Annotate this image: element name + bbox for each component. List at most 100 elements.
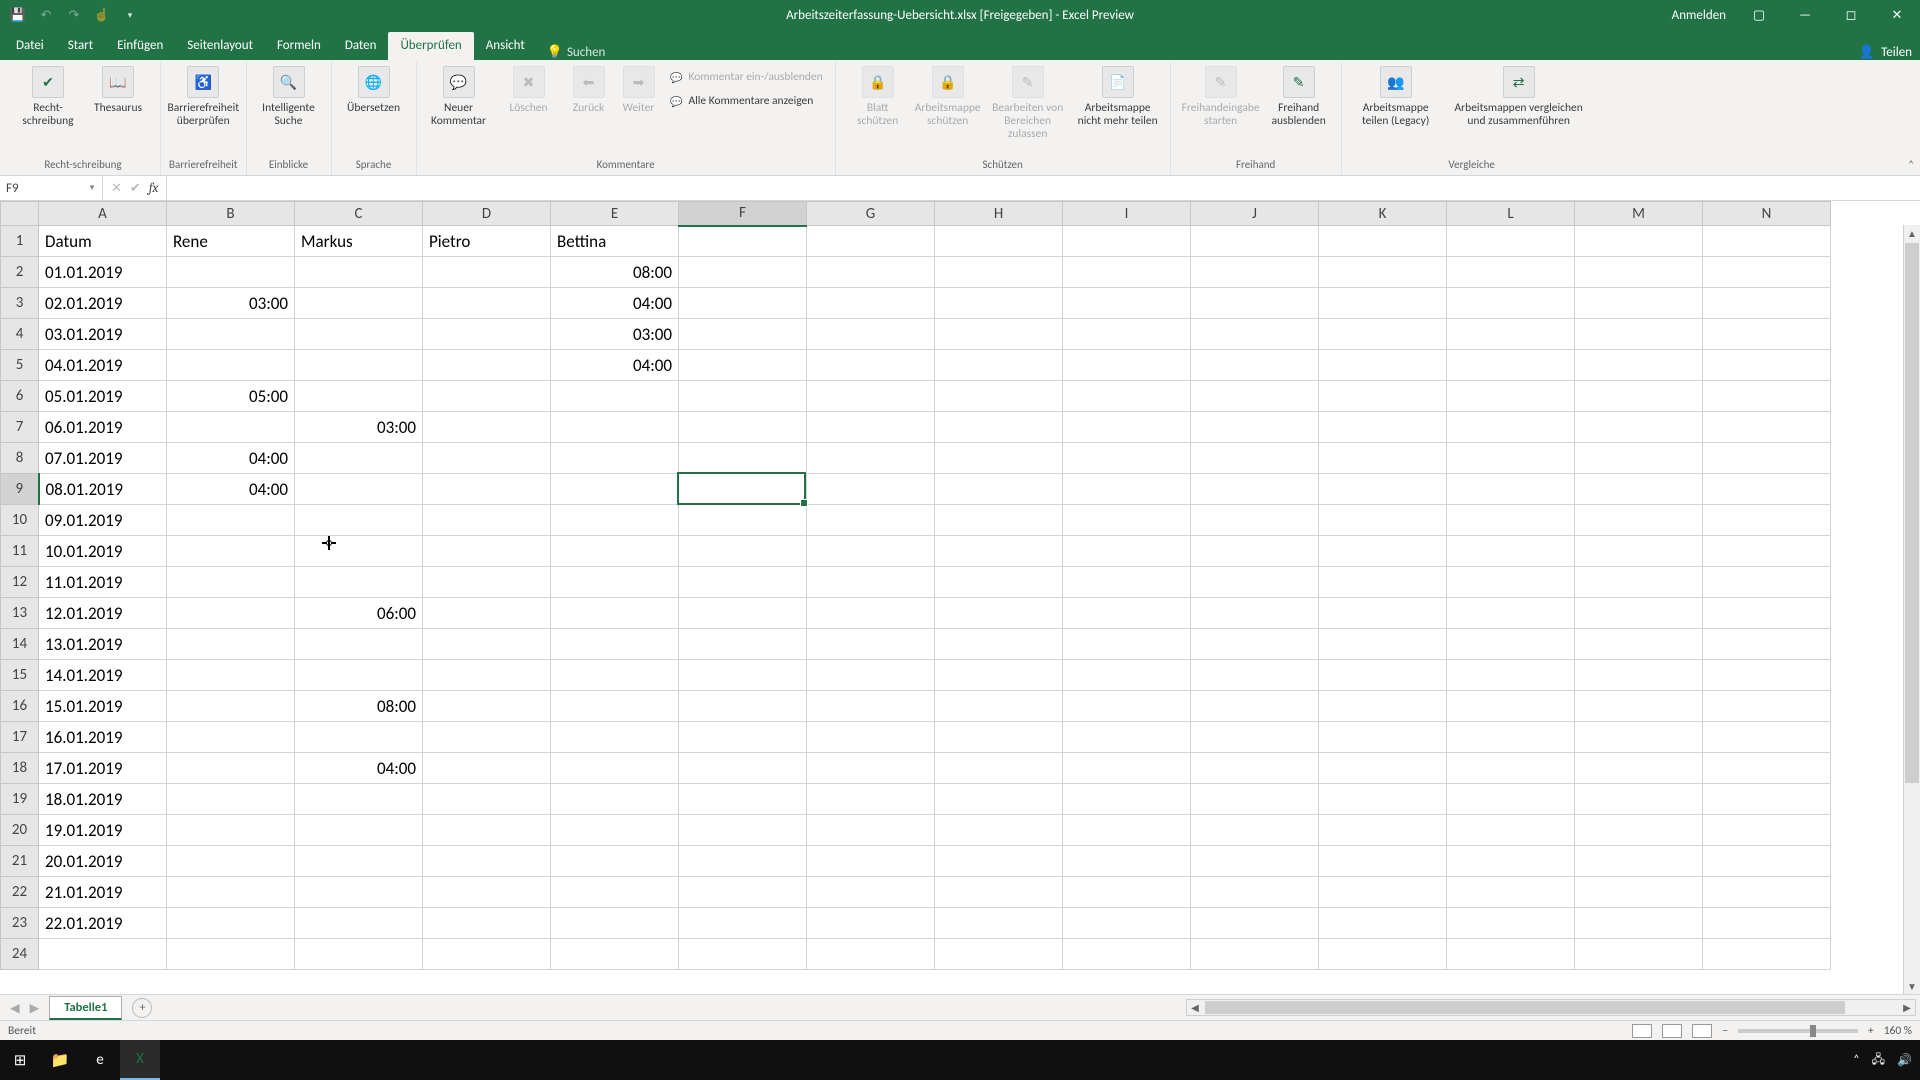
cell-I1[interactable] (1063, 226, 1191, 257)
row-header-8[interactable]: 8 (1, 443, 39, 474)
scroll-thumb[interactable] (1205, 1001, 1845, 1014)
show-all-comments-button[interactable]: 💬Alle Kommentare anzeigen (665, 90, 827, 112)
cell-E15[interactable] (551, 660, 679, 691)
row-header-20[interactable]: 20 (1, 815, 39, 846)
cell-H8[interactable] (935, 443, 1063, 474)
normal-view-button[interactable] (1632, 1024, 1652, 1038)
cell-B18[interactable] (167, 753, 295, 784)
cell-F23[interactable] (679, 908, 807, 939)
cell-E13[interactable] (551, 598, 679, 629)
cell-H24[interactable] (935, 939, 1063, 970)
row-header-19[interactable]: 19 (1, 784, 39, 815)
cell-J17[interactable] (1191, 722, 1319, 753)
cell-B7[interactable] (167, 412, 295, 443)
cell-K13[interactable] (1319, 598, 1447, 629)
cell-D11[interactable] (423, 536, 551, 567)
cell-H16[interactable] (935, 691, 1063, 722)
ribbon-tab-datei[interactable]: Datei (4, 32, 56, 60)
cell-G12[interactable] (807, 567, 935, 598)
page-break-button[interactable] (1692, 1024, 1712, 1038)
cell-C21[interactable] (295, 846, 423, 877)
zoom-out-button[interactable]: − (1722, 1024, 1728, 1038)
cell-K18[interactable] (1319, 753, 1447, 784)
cell-C17[interactable] (295, 722, 423, 753)
cell-C13[interactable]: 06:00 (295, 598, 423, 629)
cell-H11[interactable] (935, 536, 1063, 567)
cell-N5[interactable] (1703, 350, 1831, 381)
cell-A22[interactable]: 21.01.2019 (39, 877, 167, 908)
cell-G7[interactable] (807, 412, 935, 443)
cell-K24[interactable] (1319, 939, 1447, 970)
cell-J4[interactable] (1191, 319, 1319, 350)
cell-F15[interactable] (679, 660, 807, 691)
cell-K8[interactable] (1319, 443, 1447, 474)
cell-C22[interactable] (295, 877, 423, 908)
cell-M11[interactable] (1575, 536, 1703, 567)
cell-N20[interactable] (1703, 815, 1831, 846)
cell-J15[interactable] (1191, 660, 1319, 691)
cell-N24[interactable] (1703, 939, 1831, 970)
cell-H13[interactable] (935, 598, 1063, 629)
cell-A7[interactable]: 06.01.2019 (39, 412, 167, 443)
cell-F11[interactable] (679, 536, 807, 567)
cell-G1[interactable] (807, 226, 935, 257)
next-sheet-icon[interactable]: ▶ (30, 1000, 40, 1016)
compare-workbooks-button[interactable]: ⇄Arbeitsmappen vergleichen und zusammenf… (1444, 62, 1594, 128)
cell-A16[interactable]: 15.01.2019 (39, 691, 167, 722)
cell-A8[interactable]: 07.01.2019 (39, 443, 167, 474)
cell-L23[interactable] (1447, 908, 1575, 939)
row-header-3[interactable]: 3 (1, 288, 39, 319)
cell-B9[interactable]: 04:00 (167, 474, 295, 505)
thesaurus-button[interactable]: 📖Thesaurus (84, 62, 152, 115)
cell-D23[interactable] (423, 908, 551, 939)
cell-J16[interactable] (1191, 691, 1319, 722)
cell-K16[interactable] (1319, 691, 1447, 722)
cell-C19[interactable] (295, 784, 423, 815)
cell-F17[interactable] (679, 722, 807, 753)
sign-in-button[interactable]: Anmelden (1662, 8, 1736, 23)
ribbon-tab-einfügen[interactable]: Einfügen (105, 32, 175, 60)
cell-I8[interactable] (1063, 443, 1191, 474)
cell-L22[interactable] (1447, 877, 1575, 908)
cell-J13[interactable] (1191, 598, 1319, 629)
cell-F6[interactable] (679, 381, 807, 412)
cell-N7[interactable] (1703, 412, 1831, 443)
cell-I23[interactable] (1063, 908, 1191, 939)
cell-M24[interactable] (1575, 939, 1703, 970)
col-header-K[interactable]: K (1319, 202, 1447, 226)
row-header-1[interactable]: 1 (1, 226, 39, 257)
cell-D20[interactable] (423, 815, 551, 846)
ribbon-tab-seitenlayout[interactable]: Seitenlayout (175, 32, 265, 60)
cell-G10[interactable] (807, 505, 935, 536)
cell-A10[interactable]: 09.01.2019 (39, 505, 167, 536)
cell-K2[interactable] (1319, 257, 1447, 288)
cell-E20[interactable] (551, 815, 679, 846)
cell-L3[interactable] (1447, 288, 1575, 319)
cell-N2[interactable] (1703, 257, 1831, 288)
unshare-workbook-button[interactable]: 📄Arbeitsmappe nicht mehr teilen (1074, 62, 1162, 128)
cell-I10[interactable] (1063, 505, 1191, 536)
cell-K21[interactable] (1319, 846, 1447, 877)
col-header-F[interactable]: F (679, 202, 807, 226)
cell-E12[interactable] (551, 567, 679, 598)
scroll-down-icon[interactable]: ▼ (1907, 978, 1917, 994)
cell-J10[interactable] (1191, 505, 1319, 536)
qat-more-icon[interactable]: ▾ (120, 5, 140, 25)
cell-H22[interactable] (935, 877, 1063, 908)
cell-M9[interactable] (1575, 474, 1703, 505)
cell-D10[interactable] (423, 505, 551, 536)
row-header-6[interactable]: 6 (1, 381, 39, 412)
cell-J8[interactable] (1191, 443, 1319, 474)
cell-H18[interactable] (935, 753, 1063, 784)
cell-G20[interactable] (807, 815, 935, 846)
name-box[interactable]: F9 ▼ (0, 176, 103, 200)
col-header-M[interactable]: M (1575, 202, 1703, 226)
cell-N9[interactable] (1703, 474, 1831, 505)
share-button[interactable]: Teilen (1881, 45, 1912, 60)
cell-E2[interactable]: 08:00 (551, 257, 679, 288)
cell-L14[interactable] (1447, 629, 1575, 660)
cell-F3[interactable] (679, 288, 807, 319)
cell-D15[interactable] (423, 660, 551, 691)
select-all-corner[interactable] (1, 202, 39, 226)
cell-E10[interactable] (551, 505, 679, 536)
